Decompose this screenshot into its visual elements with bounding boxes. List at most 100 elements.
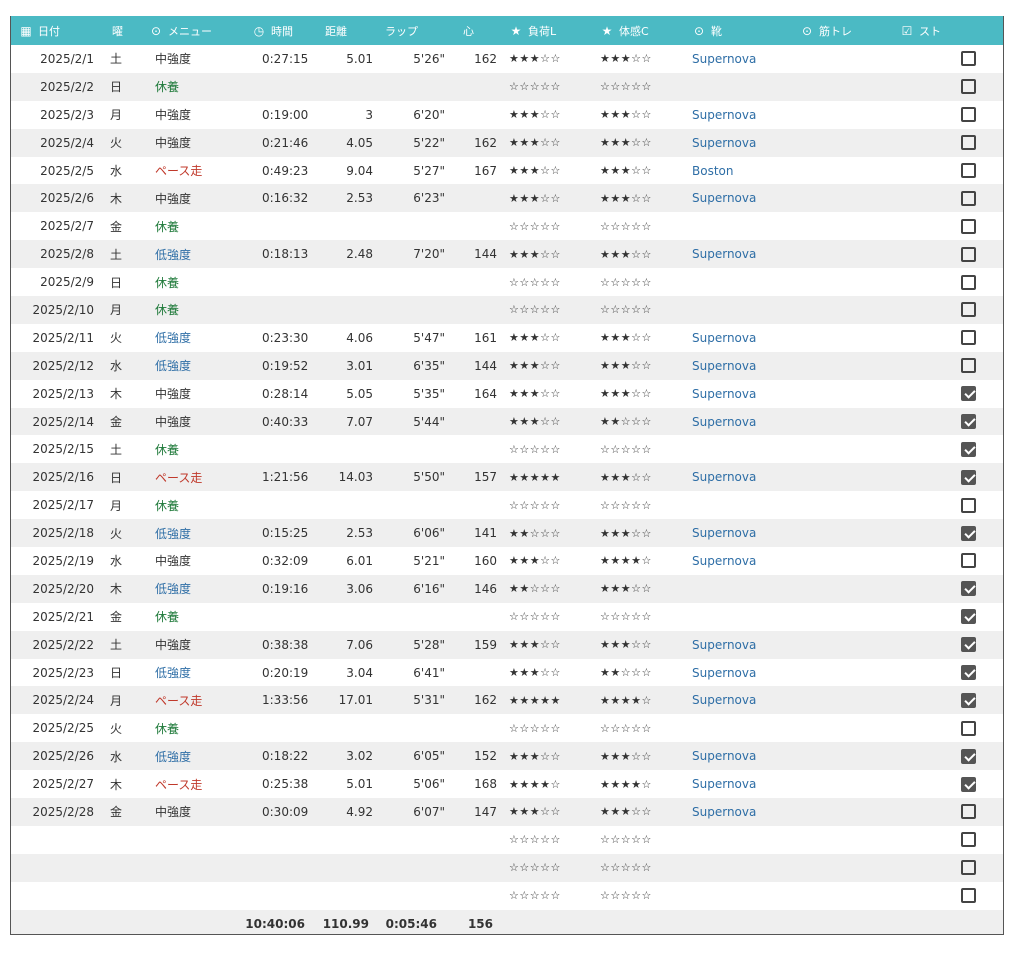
time-cell[interactable]: 0:28:14	[244, 380, 317, 408]
strength-cell[interactable]	[792, 463, 892, 491]
lap-cell[interactable]: 6'16"	[377, 575, 455, 603]
stretch-checkbox-checked[interactable]	[961, 469, 976, 485]
distance-cell[interactable]	[317, 296, 377, 324]
stretch-checkbox-checked[interactable]	[961, 609, 976, 625]
shoes-cell[interactable]: Supernova	[684, 184, 792, 212]
distance-cell[interactable]: 4.05	[317, 129, 377, 157]
load-rating[interactable]: ★★★☆☆	[501, 742, 592, 770]
condition-rating[interactable]: ★★★☆☆	[592, 631, 684, 659]
condition-rating[interactable]: ★★★☆☆	[592, 352, 684, 380]
time-cell[interactable]: 0:15:25	[244, 519, 317, 547]
date-cell[interactable]: 2025/2/8	[11, 240, 104, 268]
time-cell[interactable]: 0:16:32	[244, 184, 317, 212]
menu-cell[interactable]: 中強度	[141, 631, 244, 659]
stretch-checkbox[interactable]	[961, 302, 976, 318]
lap-cell[interactable]	[377, 268, 455, 296]
strength-cell[interactable]	[792, 324, 892, 352]
distance-cell[interactable]: 7.06	[317, 631, 377, 659]
date-cell[interactable]: 2025/2/6	[11, 184, 104, 212]
date-cell[interactable]: 2025/2/13	[11, 380, 104, 408]
stretch-checkbox[interactable]	[961, 163, 976, 178]
shoes-cell[interactable]: Supernova	[684, 686, 792, 714]
strength-cell[interactable]	[792, 296, 892, 324]
date-cell[interactable]: 2025/2/15	[11, 435, 104, 463]
distance-cell[interactable]: 17.01	[317, 686, 377, 714]
day-of-week-cell[interactable]: 木	[104, 575, 141, 603]
load-rating[interactable]: ★★★★★	[501, 686, 592, 714]
time-cell[interactable]	[244, 603, 317, 631]
day-of-week-cell[interactable]: 木	[104, 770, 141, 798]
date-cell[interactable]: 2025/2/14	[11, 408, 104, 436]
distance-cell[interactable]: 4.06	[317, 324, 377, 352]
date-cell[interactable]: 2025/2/10	[11, 296, 104, 324]
column-header-distance[interactable]: 距離	[317, 16, 377, 45]
column-header-condition[interactable]: ★ 体感C	[592, 16, 684, 45]
menu-cell[interactable]: 中強度	[141, 184, 244, 212]
menu-cell[interactable]	[141, 826, 244, 854]
load-rating[interactable]: ☆☆☆☆☆	[501, 268, 592, 296]
lap-cell[interactable]: 5'22"	[377, 129, 455, 157]
stretch-checkbox[interactable]	[961, 804, 976, 820]
condition-rating[interactable]: ★★☆☆☆	[592, 408, 684, 436]
distance-cell[interactable]: 9.04	[317, 157, 377, 185]
stretch-checkbox[interactable]	[961, 51, 976, 67]
stretch-checkbox-checked[interactable]	[961, 692, 976, 708]
time-cell[interactable]: 0:49:23	[244, 157, 317, 185]
load-rating[interactable]: ★★★☆☆	[501, 408, 592, 436]
menu-cell[interactable]: ペース走	[141, 463, 244, 491]
condition-rating[interactable]: ★★☆☆☆	[592, 659, 684, 687]
load-rating[interactable]: ★★★☆☆	[501, 798, 592, 826]
load-rating[interactable]: ★★★☆☆	[501, 157, 592, 185]
menu-cell[interactable]: 休養	[141, 73, 244, 101]
shoes-cell[interactable]	[684, 296, 792, 324]
strength-cell[interactable]	[792, 547, 892, 575]
strength-cell[interactable]	[792, 575, 892, 603]
shoes-cell[interactable]	[684, 575, 792, 603]
condition-rating[interactable]: ★★★☆☆	[592, 463, 684, 491]
condition-rating[interactable]: ☆☆☆☆☆	[592, 854, 684, 882]
strength-cell[interactable]	[792, 184, 892, 212]
time-cell[interactable]: 1:21:56	[244, 463, 317, 491]
strength-cell[interactable]	[792, 352, 892, 380]
condition-rating[interactable]: ★★★★☆	[592, 547, 684, 575]
column-header-day-of-week[interactable]: 曜	[104, 16, 141, 45]
load-rating[interactable]: ★★★★★	[501, 463, 592, 491]
date-cell[interactable]	[11, 854, 104, 882]
lap-cell[interactable]	[377, 603, 455, 631]
menu-cell[interactable]: 低強度	[141, 240, 244, 268]
heart-rate-cell[interactable]	[455, 101, 501, 129]
date-cell[interactable]: 2025/2/20	[11, 575, 104, 603]
day-of-week-cell[interactable]: 月	[104, 101, 141, 129]
shoes-cell[interactable]: Supernova	[684, 240, 792, 268]
load-rating[interactable]: ☆☆☆☆☆	[501, 491, 592, 519]
day-of-week-cell[interactable]: 金	[104, 408, 141, 436]
condition-rating[interactable]: ★★★☆☆	[592, 129, 684, 157]
distance-cell[interactable]: 3.01	[317, 352, 377, 380]
day-of-week-cell[interactable]	[104, 882, 141, 910]
strength-cell[interactable]	[792, 101, 892, 129]
strength-cell[interactable]	[792, 854, 892, 882]
shoes-cell[interactable]	[684, 491, 792, 519]
menu-cell[interactable]: 休養	[141, 603, 244, 631]
date-cell[interactable]: 2025/2/4	[11, 129, 104, 157]
strength-cell[interactable]	[792, 631, 892, 659]
lap-cell[interactable]	[377, 296, 455, 324]
date-cell[interactable]: 2025/2/7	[11, 212, 104, 240]
stretch-checkbox[interactable]	[961, 720, 976, 736]
lap-cell[interactable]	[377, 491, 455, 519]
shoes-cell[interactable]	[684, 714, 792, 742]
day-of-week-cell[interactable]: 土	[104, 435, 141, 463]
heart-rate-cell[interactable]	[455, 659, 501, 687]
menu-cell[interactable]: ペース走	[141, 157, 244, 185]
heart-rate-cell[interactable]: 144	[455, 352, 501, 380]
day-of-week-cell[interactable]: 金	[104, 603, 141, 631]
distance-cell[interactable]	[317, 826, 377, 854]
column-header-heart-rate[interactable]: 心	[455, 16, 501, 45]
date-cell[interactable]: 2025/2/19	[11, 547, 104, 575]
load-rating[interactable]: ☆☆☆☆☆	[501, 296, 592, 324]
condition-rating[interactable]: ★★★☆☆	[592, 45, 684, 73]
load-rating[interactable]: ★★★☆☆	[501, 352, 592, 380]
distance-cell[interactable]: 3	[317, 101, 377, 129]
load-rating[interactable]: ★★☆☆☆	[501, 575, 592, 603]
load-rating[interactable]: ☆☆☆☆☆	[501, 854, 592, 882]
